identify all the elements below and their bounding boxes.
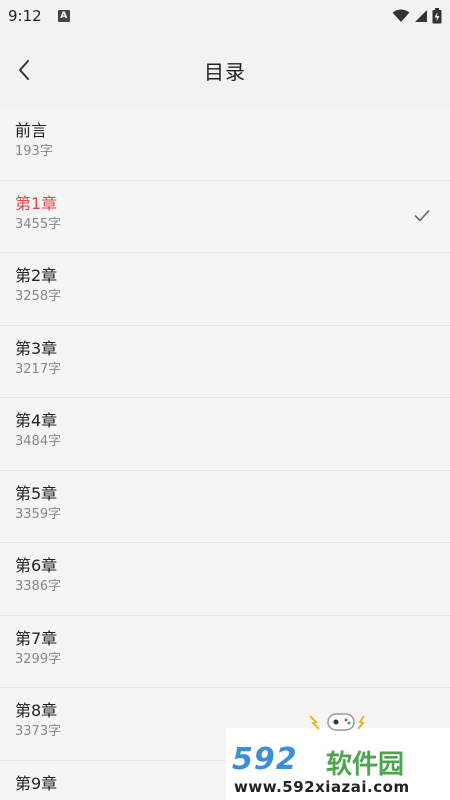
- chevron-left-icon: [19, 60, 29, 80]
- app-bar: 目录: [0, 32, 450, 108]
- chapter-title: 第5章: [15, 483, 58, 503]
- cell-signal-icon: [415, 10, 427, 22]
- status-time: 9:12: [8, 7, 42, 25]
- chapter-title: 第1章: [15, 193, 58, 213]
- chapter-word-count: 3386字: [15, 579, 62, 594]
- chapter-word-count: 3484字: [15, 434, 62, 449]
- chapter-row-7[interactable]: 第7章 3299字: [0, 615, 450, 688]
- chapter-word-count: 3299字: [15, 651, 62, 667]
- chapter-title: 第2章: [15, 266, 58, 285]
- back-button[interactable]: [10, 56, 38, 84]
- chapter-row-3[interactable]: 第3章 3217字: [0, 325, 450, 398]
- chapter-row-4[interactable]: 第4章 3484字: [0, 398, 450, 471]
- chapter-title: 第3章: [15, 338, 58, 358]
- status-icons: [392, 8, 442, 24]
- battery-icon: [432, 8, 442, 24]
- status-bar: 9:12 A: [0, 0, 450, 32]
- watermark-url: www.592xiazai.com: [234, 778, 410, 796]
- chapter-word-count: 3258字: [15, 289, 62, 304]
- chapter-word-count: 193字: [15, 144, 53, 159]
- watermark-brand: 592: [232, 742, 298, 777]
- chapter-title: 前言: [15, 121, 48, 140]
- page-title: 目录: [204, 59, 246, 84]
- checkmark-icon: [414, 209, 430, 221]
- chapter-title: 第7章: [15, 628, 58, 648]
- chapter-row-1[interactable]: 第1章 3455字: [0, 180, 450, 253]
- chapter-word-count: 3455字: [15, 216, 62, 232]
- chapter-row-preface[interactable]: 前言 193字: [0, 108, 450, 181]
- chapter-word-count: 3217字: [15, 361, 62, 377]
- chapter-row-2[interactable]: 第2章 3258字: [0, 253, 450, 326]
- chapter-word-count: 3359字: [15, 506, 62, 522]
- chapter-list: 前言 193字 第1章 3455字 第2章 3258字 第3章 3217字 第4…: [0, 108, 450, 800]
- chapter-row-6[interactable]: 第6章 3386字: [0, 543, 450, 616]
- wifi-icon: [392, 9, 410, 22]
- chapter-title: 第6章: [15, 556, 58, 575]
- watermark-brand-cn: 软件园: [326, 750, 405, 780]
- chapter-title: 第4章: [15, 411, 58, 430]
- watermark-logo: 592 软件园 www.592xiazai.com: [226, 713, 450, 800]
- chapter-row-5[interactable]: 第5章 3359字: [0, 470, 450, 543]
- notification-icon: A: [57, 10, 70, 22]
- gamepad-icon: [309, 713, 365, 731]
